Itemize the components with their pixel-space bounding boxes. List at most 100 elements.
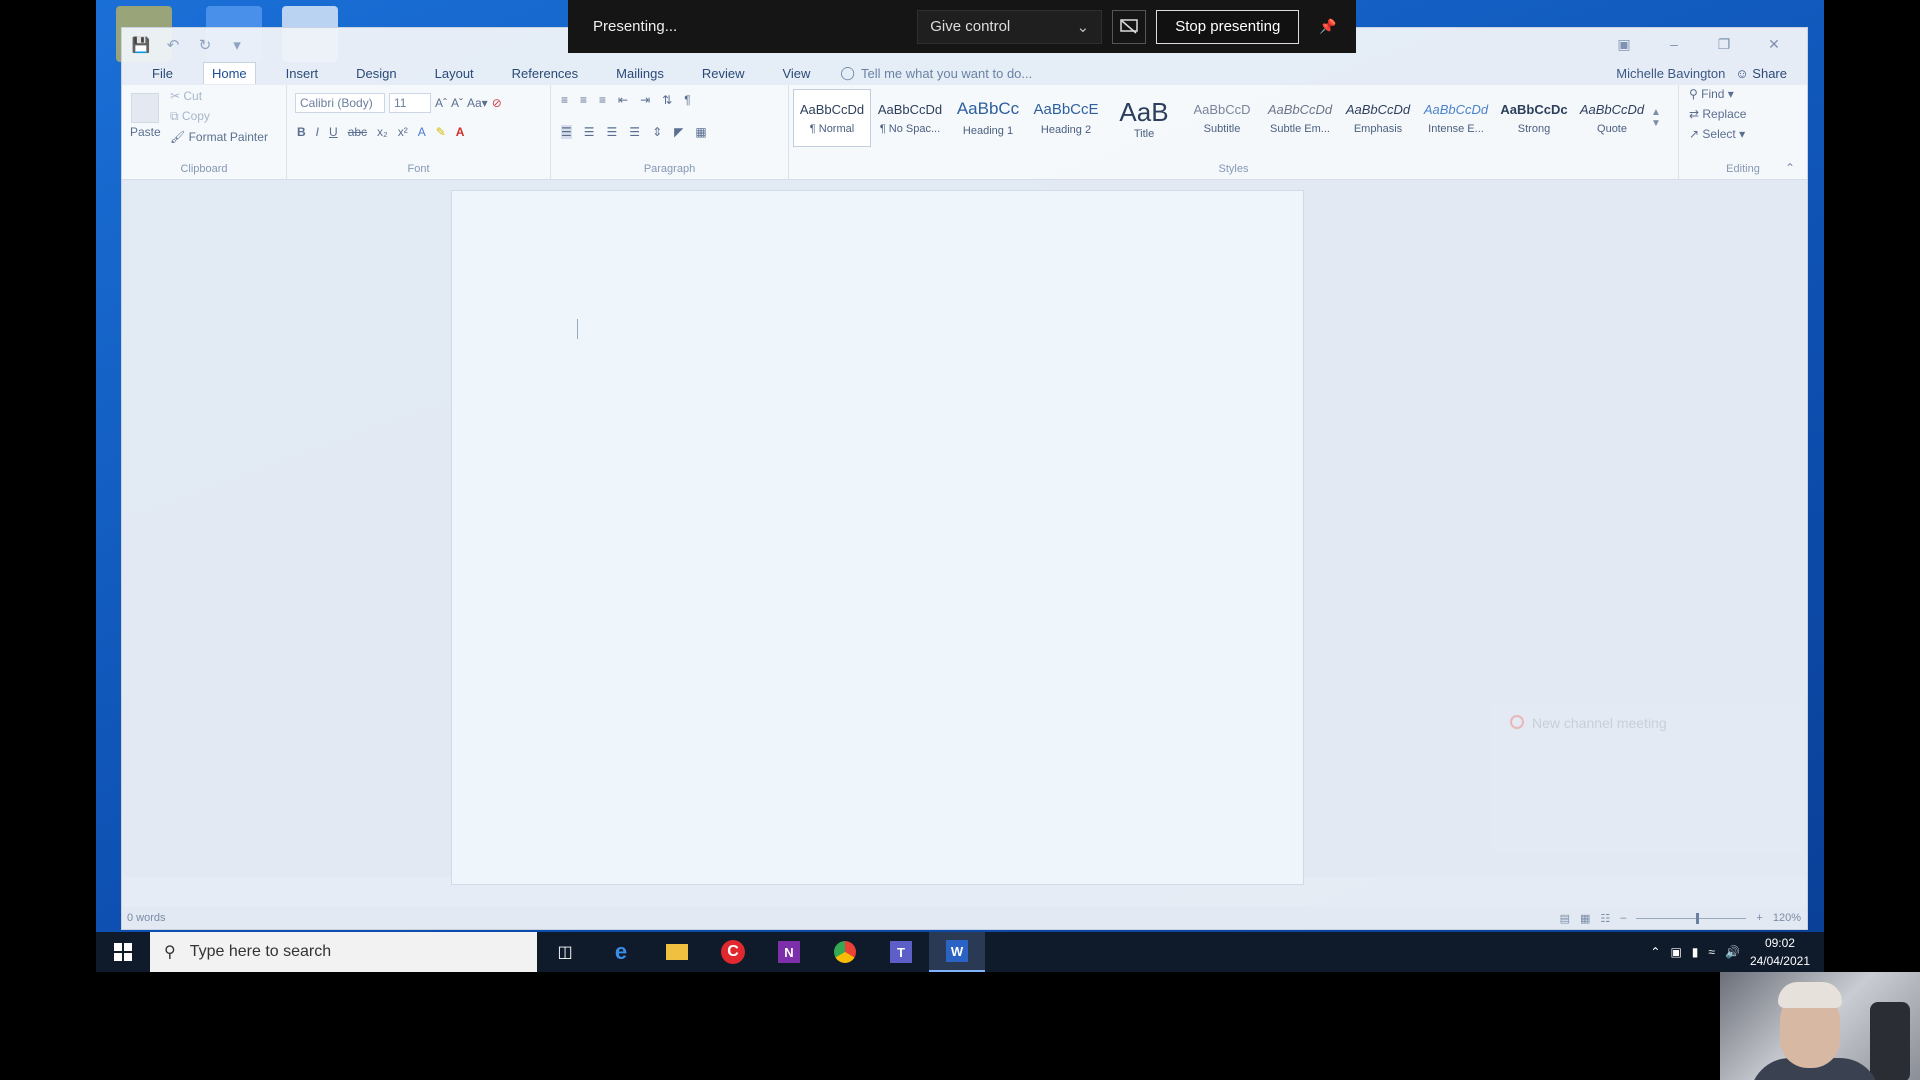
style-intense-emphasis[interactable]: AaBbCcDd Intense E... [1417, 89, 1495, 147]
tab-design[interactable]: Design [348, 63, 404, 84]
pilcrow-icon[interactable]: ¶ [684, 93, 690, 107]
read-mode-icon[interactable]: ▤ [1560, 912, 1570, 925]
bold-button[interactable]: B [297, 125, 306, 139]
shrink-font-icon[interactable]: Aˇ [451, 96, 463, 110]
wifi-icon[interactable]: ≈ [1708, 945, 1715, 959]
italic-button[interactable]: I [316, 125, 319, 139]
align-right-icon[interactable]: ☰ [607, 125, 618, 139]
give-control-dropdown[interactable]: Give control ⌄ [917, 9, 1103, 44]
tab-references[interactable]: References [504, 63, 586, 84]
display-icon[interactable]: ▣ [1670, 945, 1681, 959]
clock[interactable]: 09:02 24/04/2021 [1750, 934, 1810, 970]
paste-icon[interactable] [131, 93, 160, 123]
ribbon-display-icon[interactable]: ▣ [1599, 36, 1649, 53]
share-button[interactable]: ☺ Share [1735, 66, 1787, 81]
close-icon[interactable]: ✕ [1749, 36, 1799, 53]
redo-icon[interactable]: ↻ [194, 34, 216, 56]
word-count[interactable]: 0 words [127, 912, 166, 924]
tab-mailings[interactable]: Mailings [608, 63, 672, 84]
tab-layout[interactable]: Layout [427, 63, 482, 84]
style-strong[interactable]: AaBbCcDc Strong [1495, 89, 1573, 147]
taskbar-search[interactable]: ⚲ Type here to search [150, 932, 537, 972]
file-explorer-icon[interactable] [649, 932, 705, 972]
tab-home[interactable]: Home [202, 62, 256, 84]
zoom-out-icon[interactable]: – [1620, 912, 1626, 924]
start-button[interactable] [96, 943, 150, 961]
customize-qat-icon[interactable]: ▾ [226, 34, 248, 56]
clear-format-icon[interactable]: ⊘ [492, 96, 502, 110]
style-subtitle[interactable]: AaBbCcD Subtitle [1183, 89, 1261, 147]
zoom-level[interactable]: 120% [1773, 912, 1801, 924]
multilevel-icon[interactable]: ≡ [599, 93, 606, 107]
increase-indent-icon[interactable]: ⇥ [640, 93, 650, 107]
bullets-icon[interactable]: ≡ [561, 93, 568, 107]
borders-icon[interactable]: ▦ [695, 125, 706, 139]
zoom-in-icon[interactable]: + [1756, 912, 1762, 924]
tab-insert[interactable]: Insert [278, 63, 327, 84]
select-button[interactable]: ↗ Select ▾ [1689, 127, 1745, 141]
highlight-icon[interactable]: ✎ [436, 125, 446, 139]
align-left-icon[interactable]: ☰ [561, 125, 572, 139]
meeting-notification[interactable]: New channel meeting [1490, 703, 1804, 853]
app-c-icon[interactable]: C [705, 932, 761, 972]
share-screen-icon[interactable] [1112, 9, 1147, 44]
align-center-icon[interactable]: ☰ [584, 125, 595, 139]
restore-icon[interactable]: ❐ [1699, 36, 1749, 53]
web-layout-icon[interactable]: ☷ [1600, 912, 1610, 925]
paste-button[interactable]: Paste [130, 125, 161, 139]
tab-view[interactable]: View [774, 63, 818, 84]
format-painter-button[interactable]: 🖌 Format Painter [170, 130, 268, 144]
tab-file[interactable]: File [144, 63, 181, 84]
user-name[interactable]: Michelle Bavington [1616, 66, 1725, 81]
style-emphasis[interactable]: AaBbCcDd Emphasis [1339, 89, 1417, 147]
save-icon[interactable]: 💾 [130, 34, 152, 56]
cut-button[interactable]: ✂ Cut [170, 89, 202, 103]
text-effects-icon[interactable]: A [418, 125, 426, 139]
style-heading-2[interactable]: AaBbCcE Heading 2 [1027, 89, 1105, 147]
superscript-button[interactable]: x² [398, 125, 408, 139]
find-button[interactable]: ⚲ Find ▾ [1689, 87, 1734, 101]
replace-button[interactable]: ⇄ Replace [1689, 107, 1746, 121]
stop-presenting-button[interactable]: Stop presenting [1156, 9, 1300, 44]
strikethrough-button[interactable]: abc [348, 125, 367, 139]
line-spacing-icon[interactable]: ⇕ [652, 125, 662, 139]
style-subtle-emphasis[interactable]: AaBbCcDd Subtle Em... [1261, 89, 1339, 147]
tab-review[interactable]: Review [694, 63, 753, 84]
font-color-icon[interactable]: A [456, 125, 465, 139]
undo-icon[interactable]: ↶ [162, 34, 184, 56]
task-view-icon[interactable]: ◫ [537, 932, 593, 972]
style-no-spacing[interactable]: AaBbCcDd ¶ No Spac... [871, 89, 949, 147]
change-case-icon[interactable]: Aa▾ [467, 96, 488, 110]
battery-icon[interactable]: ▮ [1692, 945, 1699, 959]
decrease-indent-icon[interactable]: ⇤ [618, 93, 628, 107]
copy-button[interactable]: ⧉ Copy [170, 109, 210, 124]
zoom-slider[interactable] [1636, 912, 1747, 924]
justify-icon[interactable]: ☰ [629, 125, 640, 139]
numbering-icon[interactable]: ≡ [580, 93, 587, 107]
print-layout-icon[interactable]: ▦ [1580, 912, 1590, 925]
tell-me-box[interactable]: ◯ Tell me what you want to do... [840, 65, 1032, 81]
subscript-button[interactable]: x₂ [377, 125, 388, 139]
styles-scroll-icon[interactable]: ▲ ▼ [1651, 89, 1661, 147]
sort-icon[interactable]: ⇅ [662, 93, 672, 107]
minimize-icon[interactable]: – [1649, 36, 1699, 53]
font-name-select[interactable]: Calibri (Body) [295, 93, 385, 113]
document-page[interactable] [451, 190, 1304, 885]
edge-icon[interactable]: e [593, 932, 649, 972]
style-title[interactable]: AaB Title [1105, 89, 1183, 147]
font-size-select[interactable]: 11 [389, 93, 431, 113]
pin-icon[interactable]: 📌 [1319, 18, 1336, 35]
collapse-ribbon-icon[interactable]: ⌃ [1785, 161, 1795, 175]
style-heading-1[interactable]: AaBbCc Heading 1 [949, 89, 1027, 147]
volume-icon[interactable]: 🔊 [1725, 945, 1740, 959]
teams-icon[interactable]: T [873, 932, 929, 972]
onenote-icon[interactable]: N [761, 932, 817, 972]
underline-button[interactable]: U [329, 125, 338, 139]
chrome-icon[interactable] [817, 932, 873, 972]
style-quote[interactable]: AaBbCcDd Quote [1573, 89, 1651, 147]
word-taskbar-icon[interactable]: W [929, 932, 985, 972]
shading-icon[interactable]: ◤ [674, 125, 683, 139]
chevron-up-icon[interactable]: ⌃ [1650, 945, 1660, 959]
style-normal[interactable]: AaBbCcDd ¶ Normal [793, 89, 871, 147]
grow-font-icon[interactable]: Aˆ [435, 96, 447, 110]
